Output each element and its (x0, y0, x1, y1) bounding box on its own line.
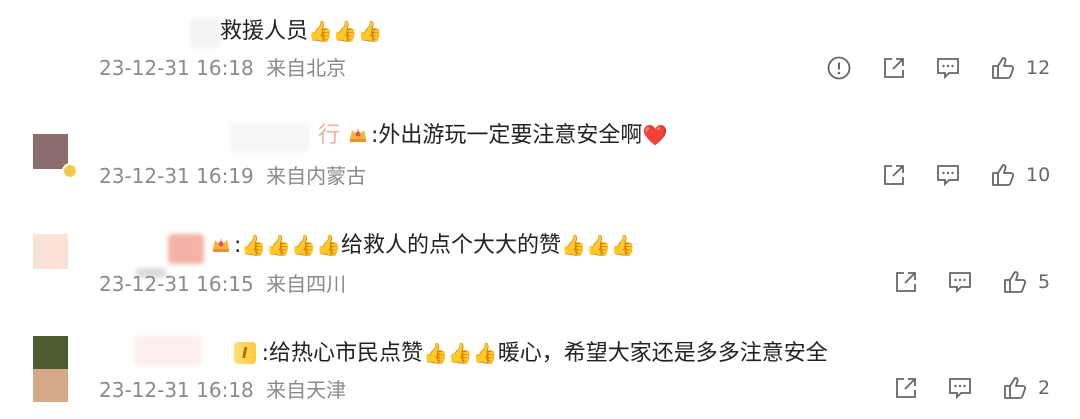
report-button[interactable] (826, 55, 852, 81)
heart-emoji: ❤️ (642, 123, 668, 147)
location-prefix: 来自 (266, 272, 307, 296)
username-blurred[interactable] (134, 336, 202, 366)
comment-meta: 23-12-31 16:18 来自天津 (99, 376, 346, 404)
thumbs-up-emoji: 👍👍👍👍 (241, 233, 342, 257)
timestamp: 23-12-31 16:15 (99, 272, 254, 296)
avatar-lower (33, 369, 68, 402)
like-icon (1004, 377, 1027, 399)
share-button[interactable] (893, 375, 919, 401)
vip-crown-icon (350, 128, 367, 142)
comment-meta: 23-12-31 16:19 来自内蒙古 (99, 162, 366, 190)
share-icon (896, 378, 916, 398)
username-blurred[interactable] (190, 18, 220, 48)
username-tail[interactable]: 行 (318, 123, 340, 148)
like-button[interactable] (990, 55, 1016, 81)
like-icon (992, 57, 1015, 79)
avatar[interactable] (33, 234, 68, 269)
thumbs-up-emoji: 👍👍👍 (308, 19, 383, 43)
location-prefix: 来自 (266, 56, 307, 80)
like-count: 2 (1038, 377, 1051, 399)
comment-text: 行 :外出游玩一定要注意安全啊❤️ (318, 123, 668, 148)
username-blurred[interactable] (168, 234, 204, 264)
comment-meta: 23-12-31 16:15 来自四川 (99, 270, 346, 298)
like-button[interactable] (1002, 269, 1028, 295)
reply-button[interactable] (947, 269, 973, 295)
comment-text: 救援人员👍👍👍 (220, 19, 383, 44)
reply-icon (949, 378, 971, 400)
share-button[interactable] (893, 269, 919, 295)
like-button[interactable] (990, 162, 1016, 188)
reply-button[interactable] (935, 162, 961, 188)
timestamp: 23-12-31 16:19 (99, 164, 254, 188)
share-button[interactable] (881, 55, 907, 81)
verified-badge-icon (62, 163, 78, 179)
location-prefix: 来自 (266, 164, 307, 188)
location: 四川 (306, 272, 347, 296)
reply-icon (949, 272, 971, 294)
share-icon (884, 165, 904, 185)
like-count: 12 (1026, 57, 1051, 79)
avatar[interactable] (33, 134, 68, 169)
comment-meta: 23-12-31 16:18 来自北京 (99, 54, 346, 82)
thumbs-up-emoji: 👍👍👍 (561, 233, 636, 257)
timestamp: 23-12-31 16:18 (99, 56, 254, 80)
like-icon (992, 164, 1015, 186)
like-count: 10 (1026, 164, 1051, 186)
timestamp: 23-12-31 16:18 (99, 378, 254, 402)
vip-crown-icon (213, 238, 229, 252)
report-icon (827, 56, 851, 80)
reply-button[interactable] (935, 55, 961, 81)
reply-icon (937, 165, 959, 187)
share-button[interactable] (881, 162, 907, 188)
avatar[interactable] (33, 336, 68, 369)
share-icon (896, 272, 916, 292)
location: 天津 (306, 378, 347, 402)
like-icon (1004, 271, 1027, 293)
location: 北京 (306, 56, 347, 80)
reply-icon (937, 58, 959, 80)
location-prefix: 来自 (266, 378, 307, 402)
reply-button[interactable] (947, 375, 973, 401)
like-count: 5 (1038, 271, 1051, 293)
comment-text: I:给热心市民点赞👍👍👍暖心，希望大家还是多多注意安全 (234, 338, 828, 368)
like-button[interactable] (1002, 375, 1028, 401)
comment-text: :👍👍👍👍给救人的点个大大的赞👍👍👍 (210, 230, 636, 260)
share-icon (884, 58, 904, 78)
level-badge: I (234, 342, 256, 364)
username-blurred[interactable] (230, 122, 310, 152)
location: 内蒙古 (306, 164, 367, 188)
thumbs-up-emoji: 👍👍👍 (423, 341, 498, 365)
